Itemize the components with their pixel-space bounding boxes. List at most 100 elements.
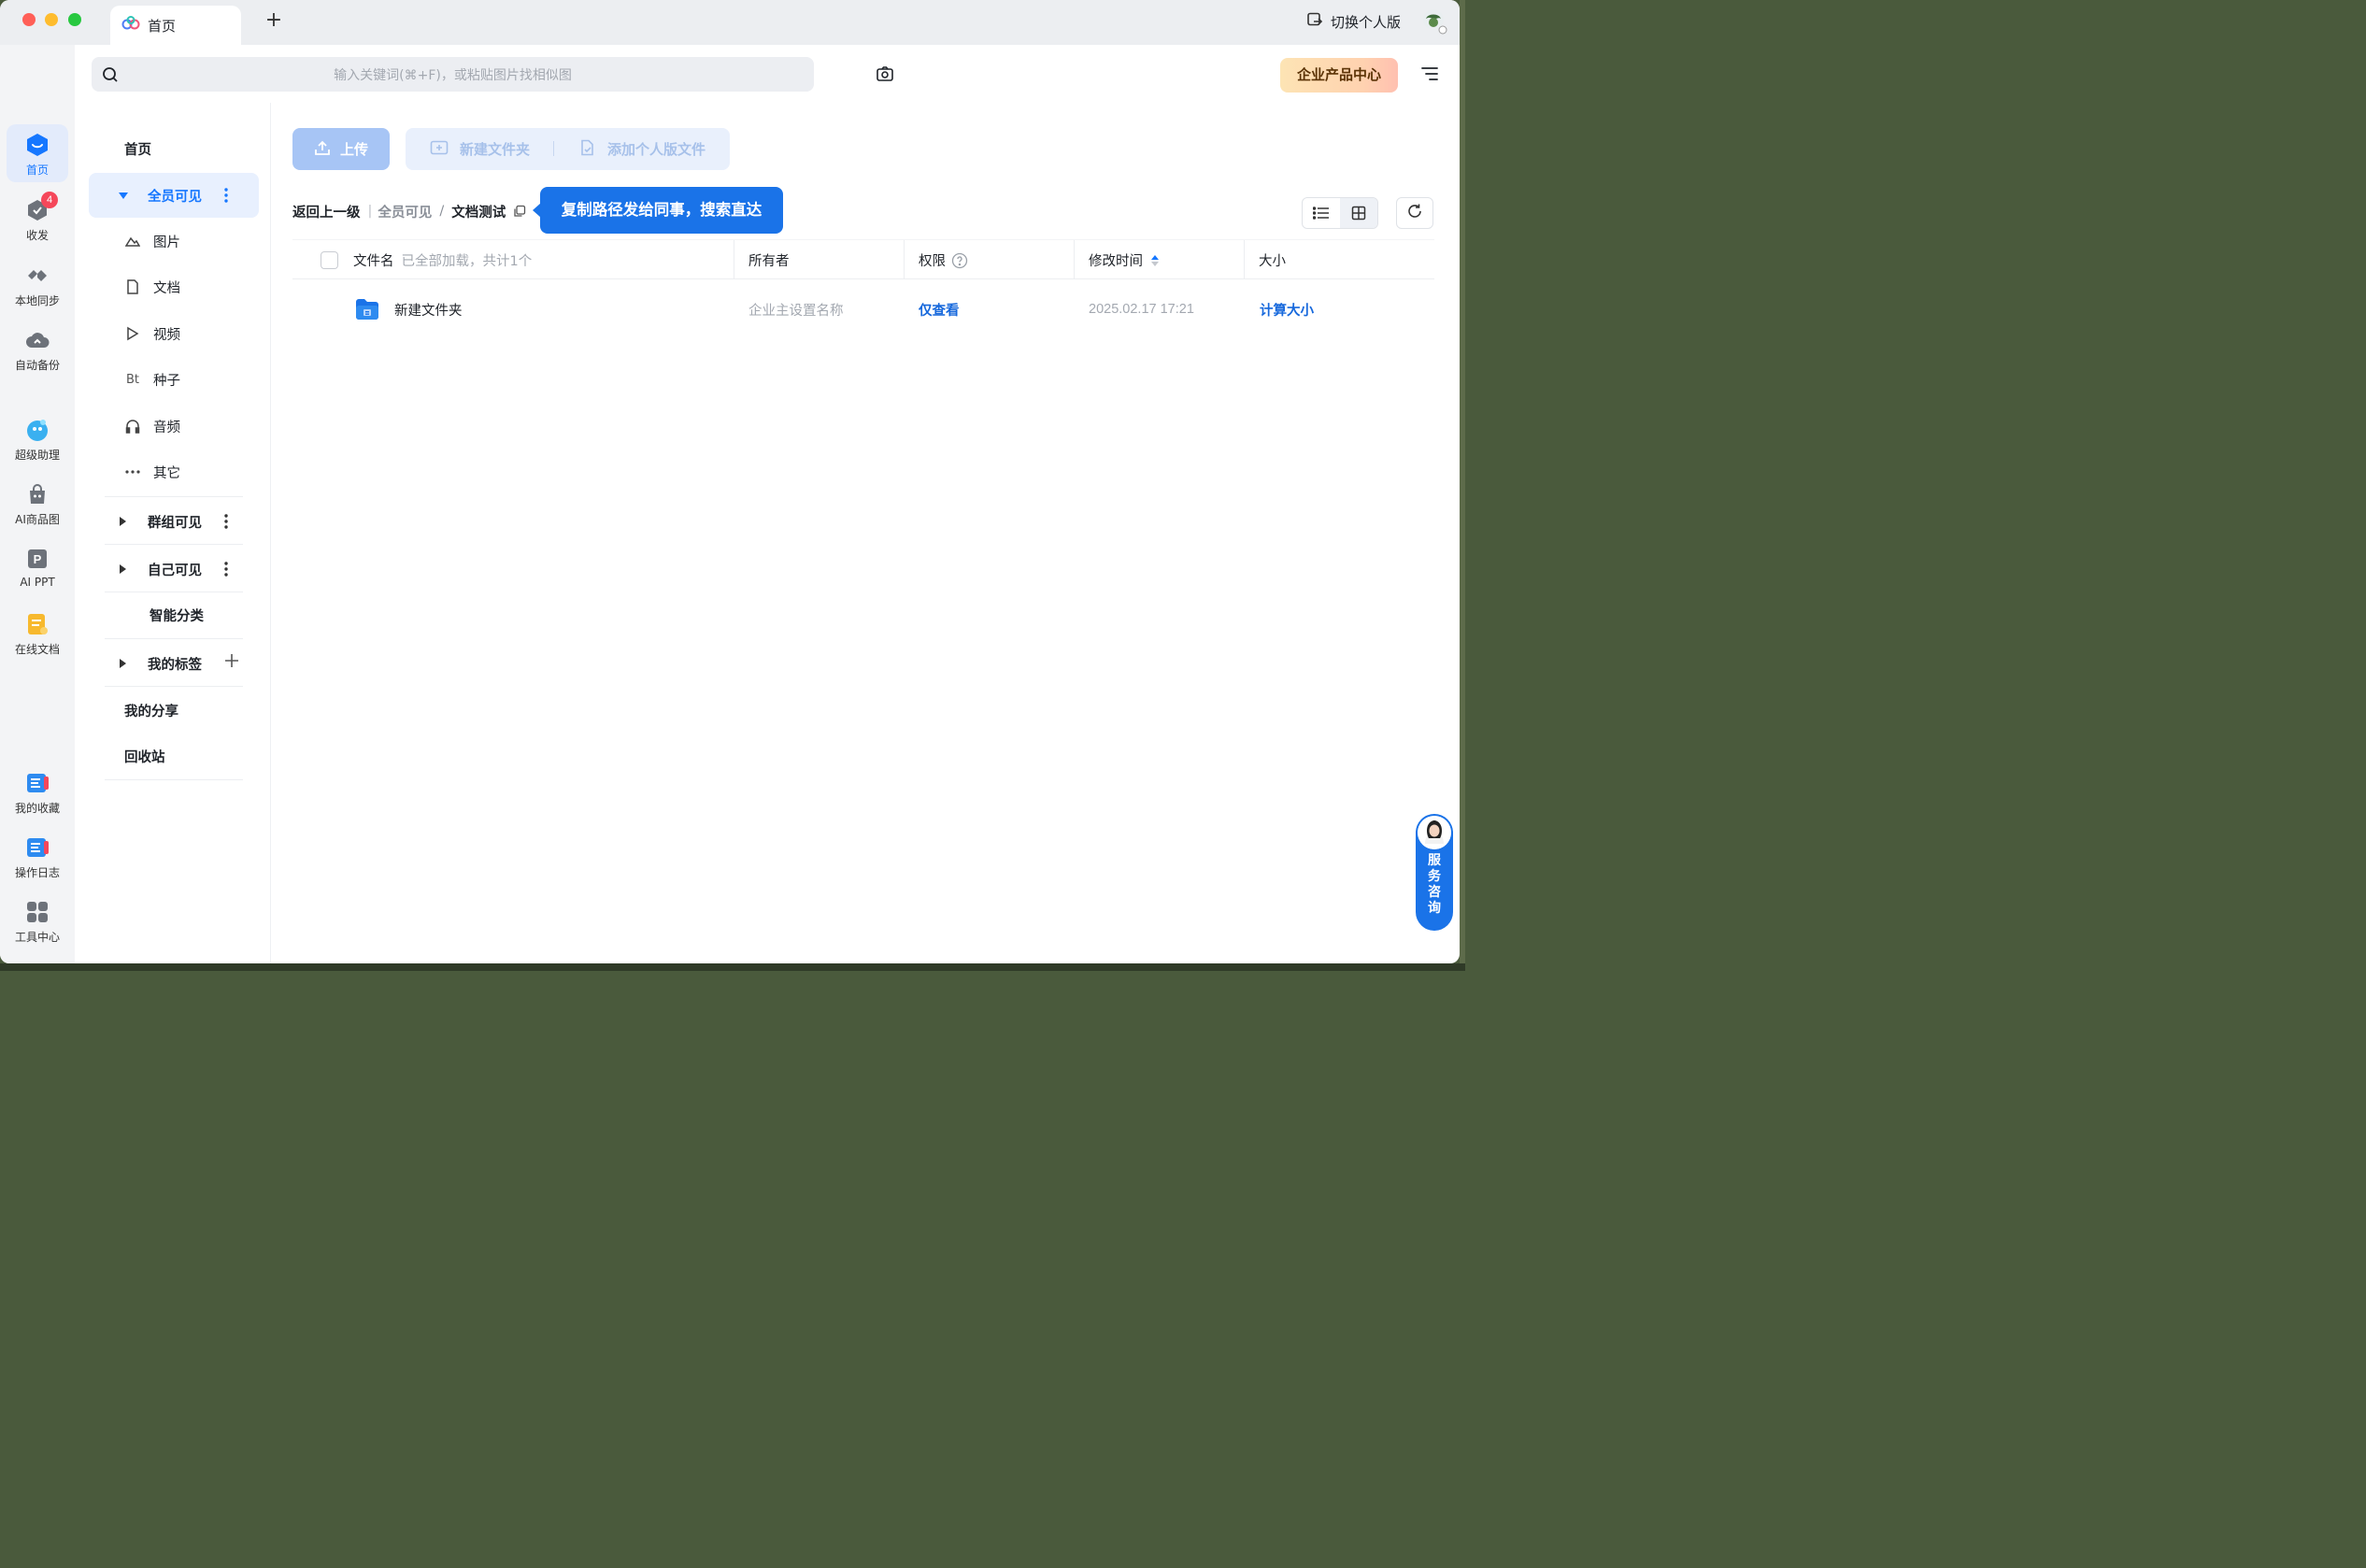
more-vertical-icon[interactable]	[224, 562, 228, 580]
rail-item-auto-backup[interactable]: 自动备份	[7, 320, 68, 378]
copy-path-tooltip: 复制路径发给同事，搜索直达	[533, 187, 783, 234]
sync-icon	[24, 263, 50, 289]
rail-item-favorites[interactable]: 我的收藏	[7, 763, 68, 820]
menu-icon[interactable]	[1420, 65, 1439, 86]
search-input[interactable]: 输入关键词(⌘+F)，或粘贴图片找相似图	[92, 65, 814, 84]
service-agent-avatar	[1418, 816, 1451, 849]
add-tag-icon[interactable]	[223, 652, 240, 672]
nav-item-home[interactable]: 首页	[89, 126, 259, 171]
nav-item-group-visible[interactable]: 群组可见	[89, 499, 259, 544]
caret-right-icon[interactable]	[118, 658, 129, 669]
file-name[interactable]: 新建文件夹	[394, 285, 463, 334]
enterprise-center-button[interactable]: 企业产品中心	[1280, 58, 1398, 93]
view-toggle	[1302, 197, 1378, 229]
more-vertical-icon[interactable]	[224, 188, 228, 207]
caret-right-icon[interactable]	[118, 516, 129, 527]
rail-label: 超级助理	[14, 449, 60, 462]
column-owner[interactable]: 所有者	[748, 240, 790, 280]
column-name[interactable]: 文件名 已全部加载，共计1个	[353, 240, 532, 280]
file-owner: 企业主设置名称	[748, 303, 844, 319]
notification-badge: 4	[41, 192, 58, 208]
nav-label: 音频	[153, 420, 180, 435]
column-modified-label: 修改时间	[1089, 254, 1143, 269]
rail-item-online-doc[interactable]: 在线文档	[7, 604, 68, 662]
upload-label: 上传	[339, 141, 368, 158]
camera-icon[interactable]	[876, 65, 894, 86]
load-status-hint: 已全部加载，共计1个	[401, 254, 533, 269]
nav-item-recycle-bin[interactable]: 回收站	[89, 734, 259, 778]
breadcrumb-all-visible[interactable]: 全员可见	[378, 202, 432, 221]
nav-item-videos[interactable]: 视频	[89, 311, 259, 356]
add-personal-file-button[interactable]: 添加个人版文件	[579, 128, 706, 170]
add-file-icon	[579, 139, 596, 160]
nav-item-audio[interactable]: 音频	[89, 404, 259, 449]
column-modified[interactable]: 修改时间	[1089, 240, 1160, 280]
ai-product-icon	[24, 481, 50, 507]
folder-nav: 首页 全员可见 图片 文档 视频 Bt 种子 音频 其它 群组可见 自己可见 智…	[75, 103, 271, 963]
sort-icon[interactable]	[1150, 253, 1160, 268]
switch-personal-button[interactable]: 切换个人版	[1306, 9, 1401, 34]
rail-item-local-sync[interactable]: 本地同步	[7, 255, 68, 313]
nav-label: 我的分享	[124, 704, 178, 720]
nav-label: 我的标签	[148, 657, 202, 673]
service-label: 服 务 咨 询	[1416, 853, 1453, 917]
help-icon[interactable]	[951, 252, 968, 269]
more-vertical-icon[interactable]	[224, 514, 228, 533]
rail-item-transfer[interactable]: 4 收发	[7, 190, 68, 248]
nav-item-others[interactable]: 其它	[89, 449, 259, 494]
nav-label: 自己可见	[148, 563, 202, 578]
rail-item-assistant[interactable]: 超级助理	[7, 409, 68, 467]
close-window-button[interactable]	[22, 13, 36, 26]
upload-button[interactable]: 上传	[292, 128, 390, 170]
folder-icon	[354, 285, 380, 334]
nav-item-self-visible[interactable]: 自己可见	[89, 547, 259, 592]
new-tab-button[interactable]: +	[262, 7, 286, 34]
rail-item-ai-ppt[interactable]: P AI PPT	[7, 538, 68, 596]
nav-label: 图片	[153, 235, 180, 250]
rail-label: 收发	[25, 229, 49, 242]
back-link[interactable]: 返回上一级	[292, 202, 361, 221]
rail-item-log[interactable]: 操作日志	[7, 827, 68, 885]
minimize-window-button[interactable]	[45, 13, 58, 26]
tab-home[interactable]: 首页	[110, 6, 241, 45]
file-permission[interactable]: 仅查看	[919, 285, 960, 334]
service-consult-button[interactable]: 服 务 咨 询	[1416, 814, 1453, 931]
refresh-button[interactable]	[1396, 197, 1433, 229]
add-personal-label: 添加个人版文件	[607, 141, 706, 158]
nav-item-torrents[interactable]: Bt 种子	[89, 357, 259, 402]
nav-item-my-tags[interactable]: 我的标签	[89, 641, 259, 686]
calculate-size-link[interactable]: 计算大小	[1260, 285, 1314, 334]
rail-item-ai-product[interactable]: AI商品图	[7, 474, 68, 532]
select-all-checkbox[interactable]	[321, 240, 338, 280]
maximize-window-button[interactable]	[68, 13, 81, 26]
divider	[105, 779, 243, 780]
table-row[interactable]: 新建文件夹 企业主设置名称 仅查看 2025.02.17 17:21 计算大小	[292, 285, 1434, 334]
nav-item-documents[interactable]: 文档	[89, 264, 259, 309]
search-bar[interactable]: 输入关键词(⌘+F)，或粘贴图片找相似图	[92, 57, 893, 92]
column-size[interactable]: 大小	[1259, 240, 1286, 280]
new-folder-button[interactable]: 新建文件夹	[430, 128, 530, 170]
caret-right-icon[interactable]	[118, 563, 129, 575]
rail-label: 本地同步	[14, 294, 60, 307]
grid-view-button[interactable]	[1340, 198, 1377, 228]
online-doc-icon	[24, 611, 50, 637]
nav-item-images[interactable]: 图片	[89, 219, 259, 264]
caret-down-icon[interactable]	[118, 191, 129, 200]
list-view-button[interactable]	[1303, 198, 1340, 228]
service-char: 咨	[1428, 885, 1441, 900]
switch-icon	[1306, 11, 1323, 32]
rail-item-home[interactable]: 首页	[7, 124, 68, 182]
table-header: 文件名 已全部加载，共计1个 所有者 权限 修改时间 大小	[292, 239, 1434, 279]
checkbox[interactable]	[321, 251, 338, 269]
file-modified: 2025.02.17 17:21	[1089, 302, 1194, 317]
user-avatar[interactable]	[1420, 7, 1448, 36]
column-permission[interactable]: 权限	[919, 240, 968, 280]
nav-item-my-share[interactable]: 我的分享	[89, 688, 259, 733]
service-char: 服	[1428, 853, 1441, 868]
rail-item-tools[interactable]: 工具中心	[7, 891, 68, 949]
rail-label: 在线文档	[14, 643, 60, 656]
copy-path-icon[interactable]	[513, 205, 526, 218]
nav-item-all-visible[interactable]: 全员可见	[89, 173, 259, 218]
column-name-label: 文件名	[353, 254, 394, 269]
nav-item-smart-category[interactable]: 智能分类	[89, 592, 259, 637]
